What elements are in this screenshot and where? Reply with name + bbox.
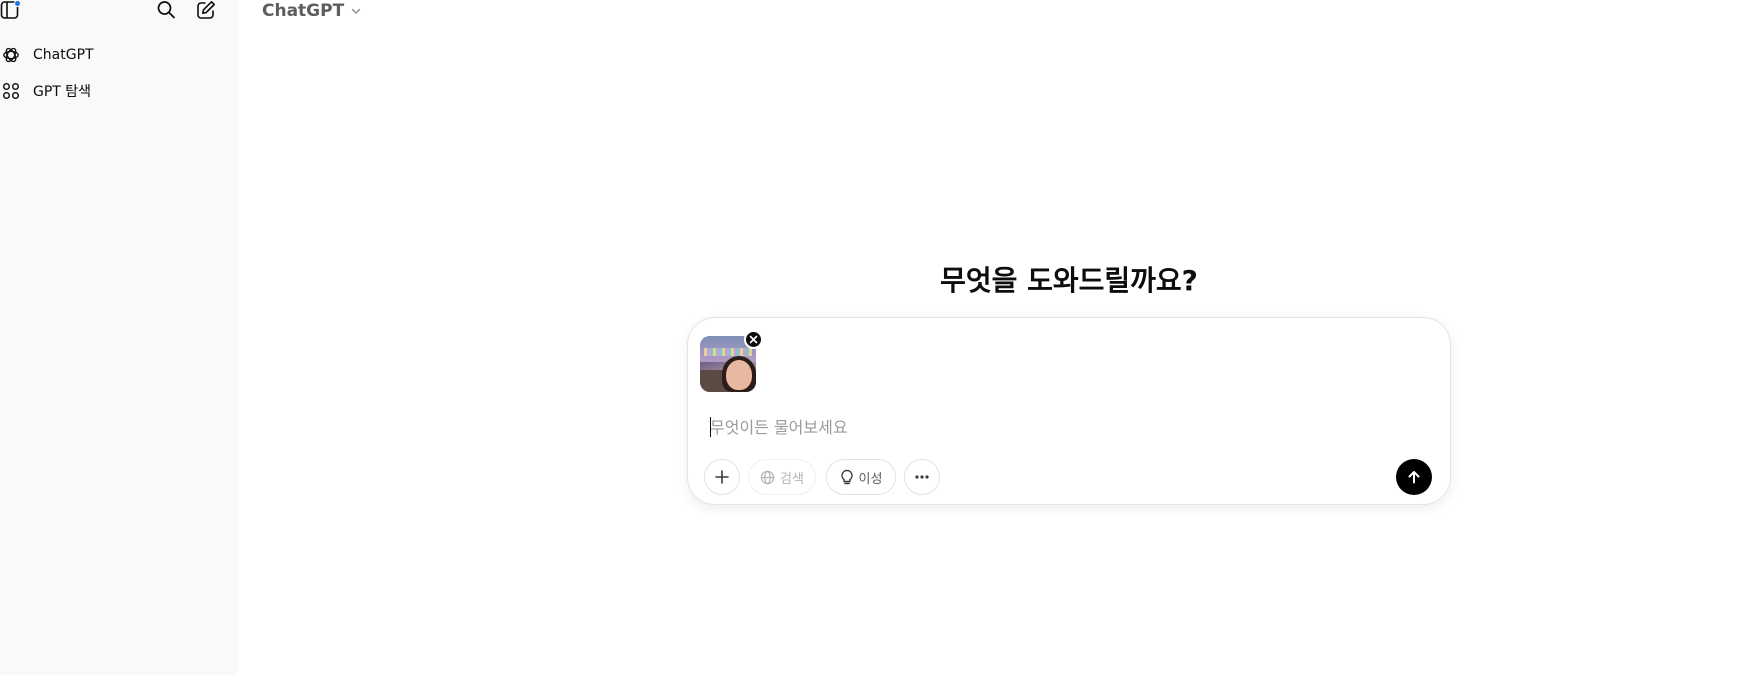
globe-icon <box>760 470 775 484</box>
new-chat-button[interactable] <box>196 0 218 20</box>
sidebar-header <box>0 0 238 22</box>
plus-icon <box>715 470 729 484</box>
edit-icon <box>197 1 215 19</box>
prompt-input[interactable] <box>710 414 1410 440</box>
add-attachment-button[interactable] <box>704 459 740 495</box>
message-composer: 검색 이성 <box>687 317 1451 505</box>
reason-tool-button[interactable]: 이성 <box>826 459 896 495</box>
composer-toolbar: 검색 이성 <box>704 459 1434 495</box>
model-name: ChatGPT <box>262 1 345 21</box>
sidebar-toggle-button[interactable] <box>0 0 22 20</box>
sidebar-item-chatgpt[interactable]: ChatGPT <box>0 40 228 70</box>
lightbulb-icon <box>840 469 853 485</box>
sidebar: ChatGPT GPT 탐색 <box>0 0 238 675</box>
more-horizontal-icon <box>915 475 929 479</box>
openai-logo-icon <box>0 44 22 66</box>
send-button[interactable] <box>1396 459 1432 495</box>
text-caret <box>710 417 711 437</box>
close-icon <box>749 335 758 344</box>
model-selector[interactable]: ChatGPT <box>262 0 362 22</box>
search-tool-label: 검색 <box>780 471 804 487</box>
more-tools-button[interactable] <box>904 459 940 495</box>
search-tool-button[interactable]: 검색 <box>748 459 816 495</box>
arrow-up-icon <box>1408 471 1420 484</box>
search-chats-button[interactable] <box>156 0 178 20</box>
reason-tool-label: 이성 <box>858 471 883 487</box>
notification-dot <box>14 0 21 7</box>
chevron-down-icon <box>351 8 361 14</box>
page-title: 무엇을 도와드릴까요? <box>940 264 1198 297</box>
search-icon <box>157 1 175 19</box>
sidebar-item-label: GPT 탐색 <box>33 84 92 100</box>
remove-attachment-button[interactable] <box>744 330 763 349</box>
sidebar-item-explore-gpts[interactable]: GPT 탐색 <box>0 76 228 106</box>
sidebar-item-label: ChatGPT <box>33 47 94 63</box>
chatgpt-app: ChatGPT GPT 탐색 ChatGPT 무엇을 도와드릴까요? 무엇이든 … <box>0 0 1741 675</box>
grid-icon <box>0 80 22 102</box>
